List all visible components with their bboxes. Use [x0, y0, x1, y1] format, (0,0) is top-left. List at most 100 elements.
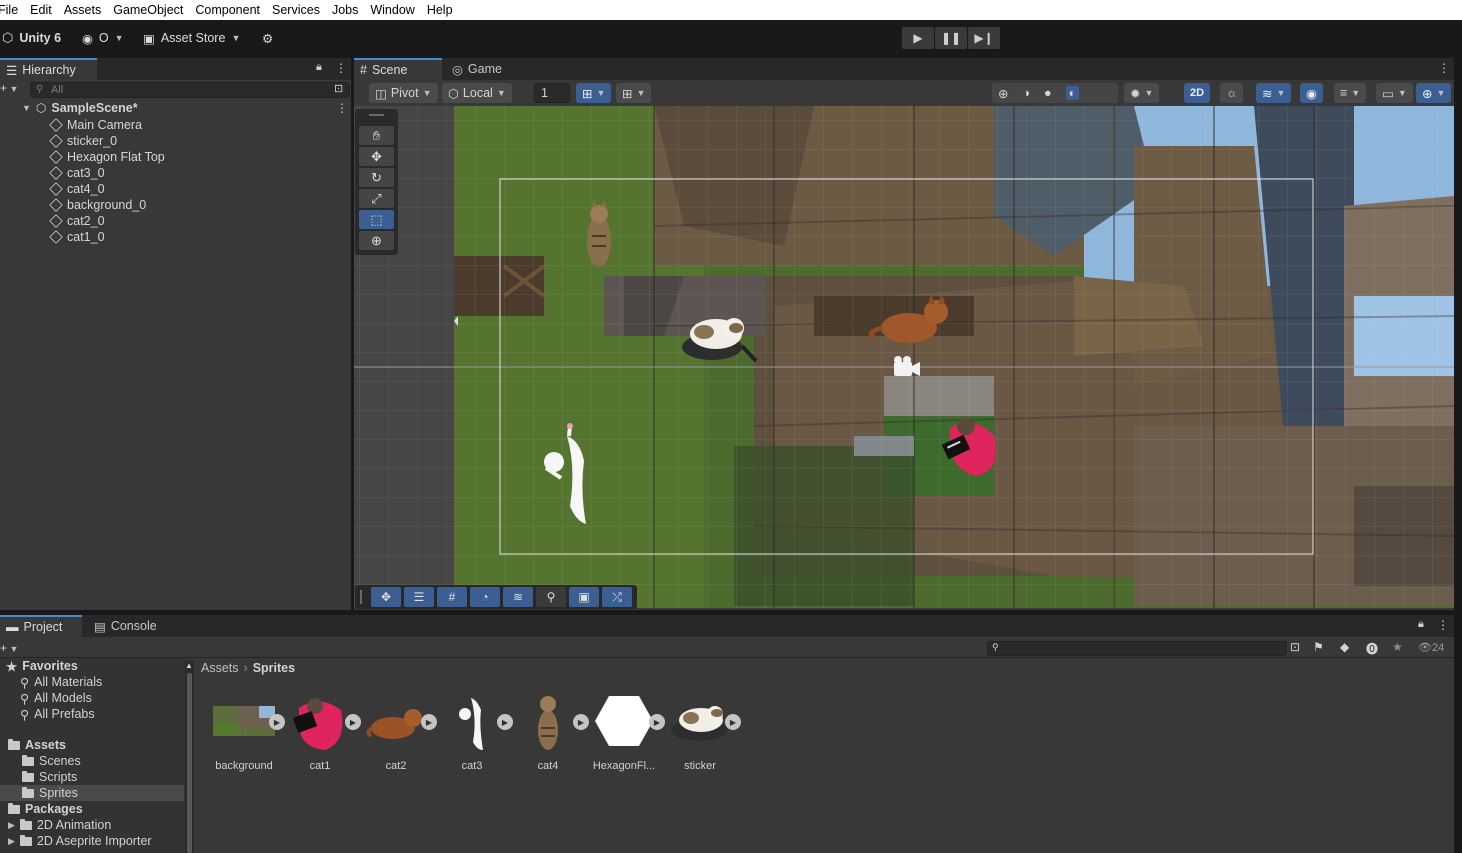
expand-play-icon[interactable]: ▶	[269, 714, 285, 730]
package-item[interactable]: ▶ 2D Animation	[8, 817, 111, 833]
project-add-button[interactable]: + ▼	[0, 641, 18, 655]
scene-root-item[interactable]: ▼ ⬡ SampleScene*	[22, 100, 138, 116]
tab-game[interactable]: ◎ Game	[446, 58, 512, 80]
search-mode-icon[interactable]: ⊡	[1290, 640, 1300, 654]
hierarchy-item[interactable]: cat3_0	[49, 165, 105, 181]
rect-tool-button[interactable]: ⬚	[359, 210, 394, 229]
overlay-view-button[interactable]: ▣	[569, 587, 599, 607]
asset-background[interactable]: ▶ background	[212, 690, 285, 772]
menu-services[interactable]: Services	[266, 0, 326, 20]
tab-hierarchy[interactable]: ☰ Hierarchy	[0, 58, 97, 80]
move-tool-button[interactable]: ✥	[359, 147, 394, 166]
overlay-grid-button[interactable]: #	[437, 587, 467, 607]
tree-scrollbar-thumb[interactable]	[187, 673, 192, 853]
overlay-layers-button[interactable]: ≋	[503, 587, 533, 607]
wireframe-icon[interactable]: ⊕	[998, 86, 1008, 101]
favorites-header[interactable]: ★ Favorites	[6, 658, 78, 674]
local-dropdown[interactable]: ⬡ Local ▼	[442, 83, 512, 103]
expand-arrow-icon[interactable]: ▶	[8, 836, 15, 847]
folder-item-selected[interactable]: Sprites	[22, 785, 78, 801]
lock-icon[interactable]: 🔒︎	[1418, 618, 1424, 631]
layers-dropdown[interactable]: ≡ ▼	[1334, 83, 1367, 103]
overlay-move-button[interactable]: ✥	[371, 587, 401, 607]
more-options-icon[interactable]: ⋮	[335, 61, 347, 75]
asset-cat4[interactable]: ▶ cat4	[516, 690, 589, 772]
menu-help[interactable]: Help	[421, 0, 459, 20]
expand-play-icon[interactable]: ▶	[573, 714, 589, 730]
asset-hexagon[interactable]: ▶ HexagonFl...	[592, 690, 665, 772]
hierarchy-item[interactable]: sticker_0	[49, 133, 117, 149]
hierarchy-item[interactable]: cat4_0	[49, 181, 105, 197]
assets-folder[interactable]: Assets	[8, 737, 66, 753]
package-item[interactable]: ▶ 2D Aseprite Importer	[8, 833, 152, 849]
unity-version-button[interactable]: ⬡ Unity 6	[2, 27, 61, 49]
hierarchy-item[interactable]: Hexagon Flat Top	[49, 149, 165, 165]
hierarchy-item[interactable]: Main Camera	[49, 117, 142, 133]
overlay-search-button[interactable]: ⚲	[536, 587, 566, 607]
toggle-2d-button[interactable]: 2D	[1184, 83, 1211, 103]
camera-settings-dropdown[interactable]: ▭ ▼	[1376, 83, 1413, 103]
pivot-dropdown[interactable]: ◫ Pivot ▼	[369, 83, 438, 103]
menu-edit[interactable]: Edit	[24, 0, 58, 20]
shaded-icon[interactable]: ●	[1044, 86, 1052, 100]
menu-component[interactable]: Component	[189, 0, 266, 20]
breadcrumb-assets[interactable]: Assets	[201, 661, 239, 675]
asset-cat1[interactable]: ▶ cat1	[288, 690, 361, 772]
scene-visibility-toggle[interactable]: ◉	[1300, 83, 1323, 103]
asset-store-dropdown[interactable]: ▣ Asset Store ▼	[143, 27, 240, 49]
menu-assets[interactable]: Assets	[58, 0, 108, 20]
scene-viewport[interactable]	[354, 106, 1454, 608]
packages-folder[interactable]: Packages	[8, 801, 83, 817]
tab-scene[interactable]: # Scene	[354, 58, 442, 80]
favorite-item[interactable]: ⚲ All Materials	[20, 674, 102, 690]
transform-tool-button[interactable]: ⊕	[359, 231, 394, 250]
folder-item[interactable]: Scripts	[22, 769, 77, 785]
expand-play-icon[interactable]: ▶	[649, 714, 665, 730]
expand-arrow-icon[interactable]: ▼	[22, 103, 31, 113]
tab-console[interactable]: ▤ Console	[88, 615, 167, 637]
lighting-toggle[interactable]: ☼	[1220, 83, 1244, 103]
favorite-item[interactable]: ⚲ All Models	[20, 690, 92, 706]
menu-jobs[interactable]: Jobs	[326, 0, 364, 20]
overlay-align-button[interactable]: ☰	[404, 587, 434, 607]
grid-size-field[interactable]: 1	[534, 83, 570, 103]
debug-draw-dropdown[interactable]: ✹ ▼	[1124, 83, 1160, 103]
pause-button[interactable]: ❚❚	[935, 27, 967, 49]
hierarchy-item[interactable]: cat1_0	[49, 229, 105, 245]
star-icon[interactable]: ★	[1392, 640, 1403, 654]
tree-scrollbar[interactable]: ▲	[185, 661, 194, 853]
unlit-icon[interactable]: ◐	[1065, 86, 1080, 100]
hierarchy-item[interactable]: cat2_0	[49, 213, 105, 229]
menu-window[interactable]: Window	[364, 0, 420, 20]
cloud-services-button[interactable]: ⚙	[262, 27, 273, 49]
filter-type-icon[interactable]: ⚑	[1313, 640, 1324, 654]
tab-project[interactable]: ▬ Project	[0, 615, 82, 637]
more-options-icon[interactable]: ⋮	[1437, 618, 1449, 632]
drag-handle[interactable]	[369, 114, 384, 116]
scroll-up-icon[interactable]: ▲	[185, 661, 193, 670]
asset-cat2[interactable]: ▶ cat2	[364, 690, 437, 772]
more-options-icon[interactable]: ⋮	[1438, 61, 1450, 75]
info-icon[interactable]: ⓿	[1366, 640, 1378, 657]
effects-dropdown[interactable]: ≋ ▼	[1256, 83, 1292, 103]
favorite-item[interactable]: ⚲ All Prefabs	[20, 706, 95, 722]
expand-play-icon[interactable]: ▶	[421, 714, 437, 730]
expand-play-icon[interactable]: ▶	[345, 714, 361, 730]
expand-play-icon[interactable]: ▶	[725, 714, 741, 730]
drag-handle[interactable]	[360, 590, 362, 604]
expand-arrow-icon[interactable]: ▶	[8, 820, 15, 831]
menu-gameobject[interactable]: GameObject	[107, 0, 189, 20]
scene-more-icon[interactable]: ⋮	[336, 101, 348, 115]
grid-snap-toggle[interactable]: ⊞ ▼	[576, 83, 612, 103]
account-dropdown[interactable]: ◉ O ▼	[82, 27, 124, 49]
asset-sticker[interactable]: ▶ sticker	[668, 690, 741, 772]
search-options-icon[interactable]: ⊡	[334, 82, 343, 95]
scale-tool-button[interactable]: ⤢	[359, 189, 394, 208]
lock-icon[interactable]: 🔒︎	[316, 61, 322, 74]
overlay-random-button[interactable]: ⤮	[602, 587, 632, 607]
expand-play-icon[interactable]: ▶	[497, 714, 513, 730]
shaded-wire-icon[interactable]: ◑	[1022, 86, 1030, 100]
hierarchy-item[interactable]: background_0	[49, 197, 146, 213]
asset-cat3[interactable]: ▶ cat3	[440, 690, 513, 772]
play-button[interactable]: ▶	[902, 27, 934, 49]
